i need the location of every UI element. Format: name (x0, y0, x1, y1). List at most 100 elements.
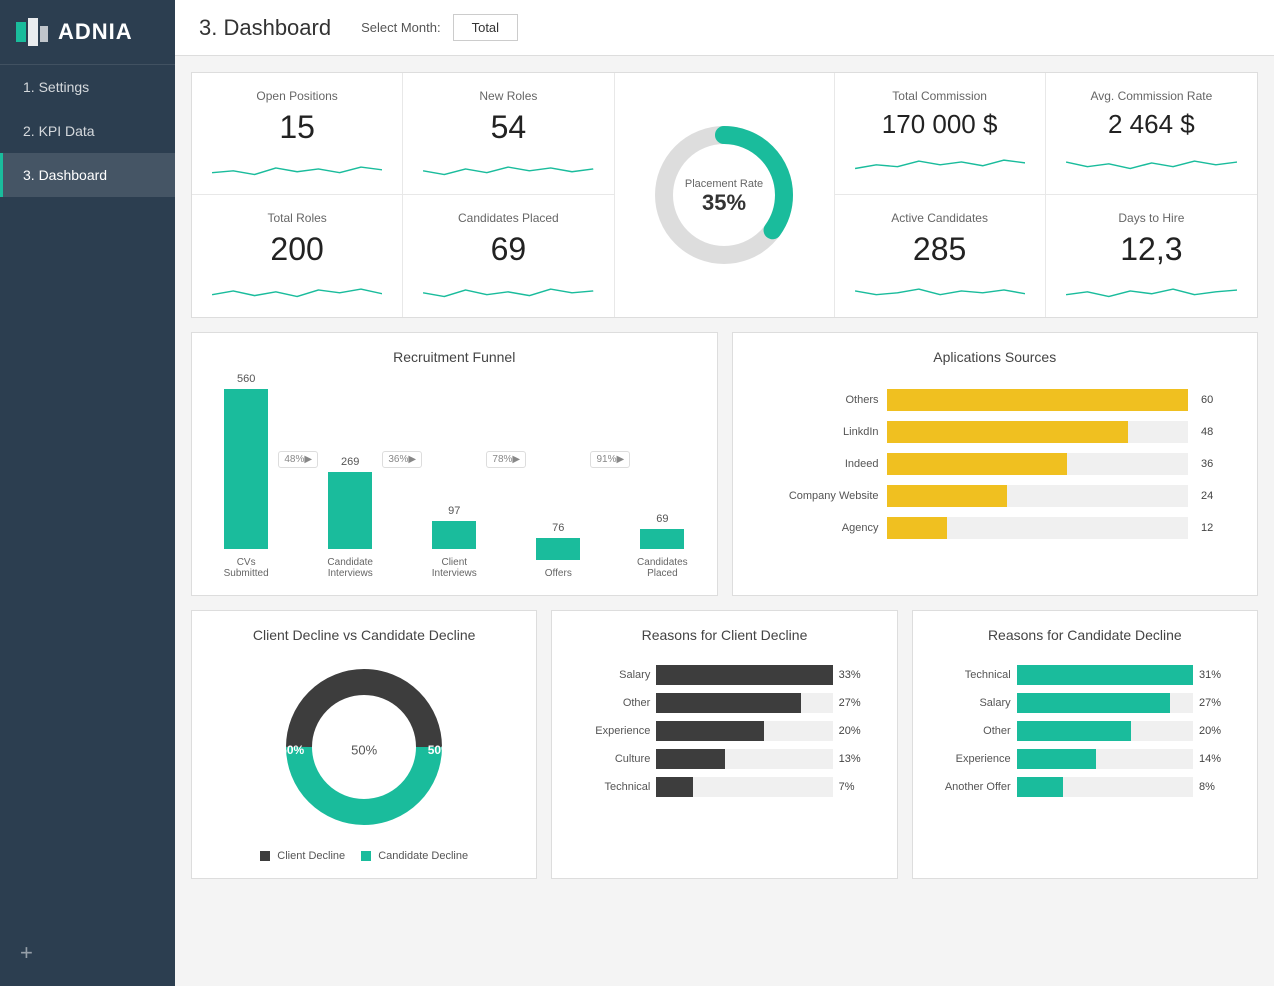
month-button[interactable]: Total (453, 14, 518, 41)
client-other-track (656, 693, 832, 713)
candidate-decline-reasons-title: Reasons for Candidate Decline (929, 627, 1241, 643)
sidebar-item-kpi[interactable]: 2. KPI Data (0, 109, 175, 153)
funnel-val-cvs: 560 (237, 373, 255, 385)
cand-salary-pct: 27% (1199, 697, 1229, 709)
decline-donut-wrap: 50% 50% 50% (208, 657, 520, 842)
logo-area: ADNIA (0, 0, 175, 65)
cand-technical-pct: 31% (1199, 669, 1229, 681)
client-decline-technical: Technical 7% (580, 777, 868, 797)
app-source-agency-label: Agency (769, 522, 879, 534)
kpi-open-positions: Open Positions 15 (192, 73, 403, 195)
funnel-val-placed: 69 (656, 513, 668, 525)
kpi-total-commission: Total Commission 170 000 $ (835, 73, 1046, 195)
days-to-hire-sparkline (1066, 276, 1237, 304)
app-source-linkedin-fill (887, 421, 1128, 443)
cand-salary-track (1017, 693, 1193, 713)
app-source-website-val: 24 (1201, 490, 1221, 502)
logo-text: ADNIA (58, 19, 133, 45)
charts-row: Recruitment Funnel 560 CVs Submitted 48%… (191, 332, 1258, 596)
open-positions-sparkline (212, 154, 382, 182)
funnel-bar-placed-fill (640, 529, 684, 549)
cand-technical-track (1017, 665, 1193, 685)
donut-center: Placement Rate 35% (685, 178, 763, 216)
kpi-active-candidates-value: 285 (855, 231, 1025, 268)
client-salary-label: Salary (580, 669, 650, 681)
kpi-open-positions-label: Open Positions (212, 89, 382, 103)
candidate-decline-legend: Candidate Decline (361, 850, 468, 862)
total-commission-sparkline (855, 148, 1025, 176)
cand-experience-label: Experience (941, 753, 1011, 765)
client-candidate-decline-card: Client Decline vs Candidate Decline 50% … (191, 610, 537, 879)
decline-donut-center: 50% (351, 740, 377, 760)
cand-other-label: Other (941, 725, 1011, 737)
client-decline-bars: Salary 33% Other 27% Exper (568, 657, 880, 813)
cand-another-offer-label: Another Offer (941, 781, 1011, 793)
cand-experience-track (1017, 749, 1193, 769)
kpi-avg-commission-value: 2 464 $ (1066, 109, 1237, 140)
candidate-decline-reasons-card: Reasons for Candidate Decline Technical … (912, 610, 1258, 879)
client-decline-reasons-card: Reasons for Client Decline Salary 33% Ot… (551, 610, 897, 879)
month-selector: Select Month: Total (361, 14, 518, 41)
kpi-placement-rate: Placement Rate 35% (615, 73, 835, 317)
app-source-linkedin-val: 48 (1201, 426, 1221, 438)
cand-experience-fill (1017, 749, 1096, 769)
sidebar-item-settings[interactable]: 1. Settings (0, 65, 175, 109)
kpi-active-candidates: Active Candidates 285 (835, 195, 1046, 317)
funnel-label-placed: Candidates Placed (634, 557, 690, 579)
kpi-new-roles: New Roles 54 (403, 73, 614, 195)
funnel-chart: 560 CVs Submitted 48%▶ 269 Candidate Int… (208, 379, 701, 579)
kpi-days-to-hire-label: Days to Hire (1066, 211, 1237, 225)
candidate-decline-label: Candidate Decline (378, 850, 468, 862)
client-technical-fill (656, 777, 693, 797)
app-source-website-track (887, 485, 1189, 507)
decline-legend: Client Decline Candidate Decline (208, 850, 520, 862)
avg-commission-sparkline (1066, 148, 1237, 176)
main-content: 3. Dashboard Select Month: Total Open Po… (175, 0, 1274, 986)
kpi-days-to-hire: Days to Hire 12,3 (1046, 195, 1257, 317)
client-decline-culture: Culture 13% (580, 749, 868, 769)
app-source-indeed-val: 36 (1201, 458, 1221, 470)
cand-another-offer-pct: 8% (1199, 781, 1229, 793)
cand-decline-salary: Salary 27% (941, 693, 1229, 713)
funnel-bar-cvs-fill (224, 389, 268, 549)
new-roles-sparkline (423, 154, 593, 182)
kpi-candidates-placed: Candidates Placed 69 (403, 195, 614, 317)
kpi-new-roles-label: New Roles (423, 89, 593, 103)
client-other-fill (656, 693, 801, 713)
client-decline-legend: Client Decline (260, 850, 345, 862)
client-salary-fill (656, 665, 832, 685)
kpi-open-positions-value: 15 (212, 109, 382, 146)
app-source-linkedin-label: LinkdIn (769, 426, 879, 438)
client-pct-label: 50% (351, 740, 377, 760)
cand-salary-label: Salary (941, 697, 1011, 709)
funnel-bar-cand-int-fill (328, 472, 372, 549)
kpi-avg-commission-label: Avg. Commission Rate (1066, 89, 1237, 103)
cand-another-offer-fill (1017, 777, 1063, 797)
funnel-val-cand-int: 269 (341, 456, 359, 468)
app-source-indeed-track (887, 453, 1189, 475)
kpi-total-roles: Total Roles 200 (192, 195, 403, 317)
client-experience-pct: 20% (839, 725, 869, 737)
client-salary-pct: 33% (839, 669, 869, 681)
add-button[interactable]: + (0, 920, 175, 986)
app-source-indeed: Indeed 36 (769, 453, 1222, 475)
client-decline-other: Other 27% (580, 693, 868, 713)
client-culture-fill (656, 749, 725, 769)
application-sources-card: Aplications Sources Others 60 LinkdIn (732, 332, 1259, 596)
page-title: 3. Dashboard (199, 15, 331, 41)
content: Open Positions 15 New Roles 54 (175, 56, 1274, 895)
candidate-pct: 50% (280, 743, 304, 757)
cand-salary-fill (1017, 693, 1170, 713)
client-decline-label: Client Decline (277, 850, 345, 862)
kpi-total-commission-label: Total Commission (855, 89, 1025, 103)
client-experience-fill (656, 721, 764, 741)
funnel-arrow-1: 48%▶ (278, 451, 318, 468)
select-month-label: Select Month: (361, 20, 441, 35)
cand-decline-other: Other 20% (941, 721, 1229, 741)
cand-decline-technical: Technical 31% (941, 665, 1229, 685)
client-decline-reasons-title: Reasons for Client Decline (568, 627, 880, 643)
sidebar-item-dashboard[interactable]: 3. Dashboard (0, 153, 175, 197)
kpi-candidates-placed-value: 69 (423, 231, 593, 268)
funnel-bar-offers: 76 Offers (530, 522, 586, 579)
decline-donut: 50% 50% 50% (274, 657, 454, 842)
